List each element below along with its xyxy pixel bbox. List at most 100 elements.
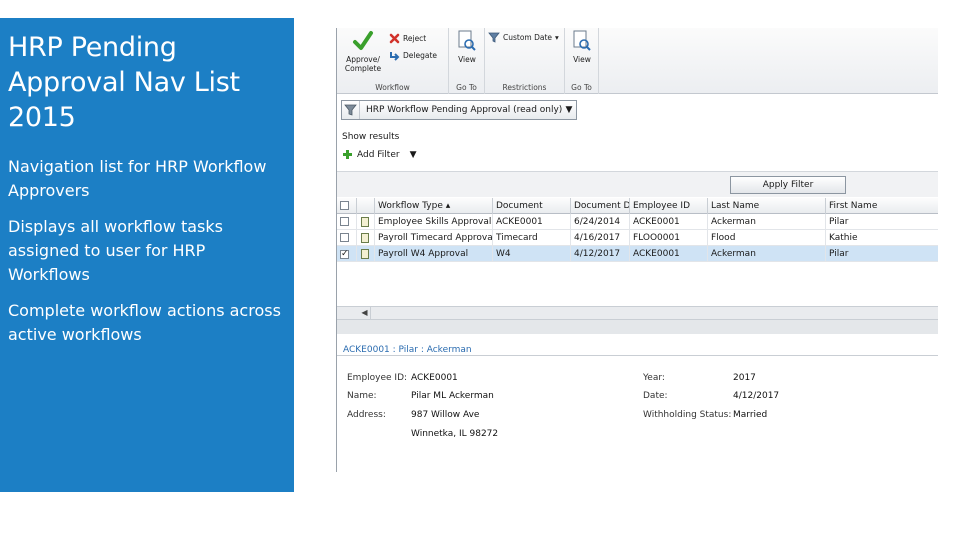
view-label: View bbox=[458, 55, 476, 64]
ribbon-group-goto: View Go To bbox=[449, 28, 485, 94]
filter-funnel-icon bbox=[488, 32, 500, 43]
list-view-selector[interactable]: HRP Workflow Pending Approval (read only… bbox=[341, 100, 577, 120]
goto2-group-label: Go To bbox=[571, 83, 592, 92]
show-results-label: Show results bbox=[342, 132, 400, 142]
reject-x-icon bbox=[389, 33, 400, 44]
view-document-icon bbox=[573, 30, 591, 51]
name-value: Pilar ML Ackerman bbox=[411, 391, 494, 401]
date-value: 4/12/2017 bbox=[733, 391, 780, 401]
column-header-employee-id[interactable]: Employee ID bbox=[630, 198, 708, 214]
approve-button[interactable]: Approve/ Complete bbox=[343, 30, 383, 73]
view-document-icon bbox=[458, 30, 476, 51]
ribbon-group-goto-2: View Go To bbox=[565, 28, 599, 94]
cell-document-date: 4/12/2017 bbox=[571, 246, 630, 262]
cell-last-name: Ackerman bbox=[708, 246, 826, 262]
row-checkbox[interactable] bbox=[340, 233, 349, 242]
cell-last-name: Ackerman bbox=[708, 214, 826, 230]
app-window: Approve/ Complete Reject Delegate Workfl… bbox=[336, 28, 938, 472]
cell-employee-id: FLOO0001 bbox=[630, 230, 708, 246]
scroll-left-icon[interactable]: ◀ bbox=[359, 307, 371, 319]
delegate-button[interactable]: Delegate bbox=[389, 50, 437, 61]
chevron-down-icon[interactable]: ▼ bbox=[410, 150, 417, 160]
cell-last-name: Flood bbox=[708, 230, 826, 246]
detail-divider bbox=[337, 355, 938, 356]
sort-ascending-icon: ▴ bbox=[442, 201, 451, 211]
delegate-arrow-icon bbox=[390, 52, 400, 61]
chevron-down-icon: ▾ bbox=[555, 33, 559, 42]
cell-first-name: Pilar bbox=[826, 246, 938, 262]
reject-label: Reject bbox=[403, 34, 427, 43]
slide-panel: HRP Pending Approval Nav List 2015 Navig… bbox=[0, 18, 294, 492]
cell-document-date: 4/16/2017 bbox=[571, 230, 630, 246]
slide-bullet: Navigation list for HRP Workflow Approve… bbox=[8, 157, 267, 200]
cell-workflow-type: Payroll Timecard Approval bbox=[375, 230, 493, 246]
plus-icon bbox=[343, 150, 352, 159]
column-header-workflow-type[interactable]: Workflow Type ▴ bbox=[375, 198, 493, 214]
restrictions-group-label: Restrictions bbox=[502, 83, 547, 92]
view-button[interactable]: View bbox=[453, 30, 481, 64]
task-document-icon bbox=[361, 249, 369, 259]
apply-filter-bar: Apply Filter bbox=[337, 171, 938, 197]
add-filter-label: Add Filter bbox=[357, 149, 400, 160]
slide-bullet: Complete workflow actions across active … bbox=[8, 301, 281, 344]
cell-employee-id: ACKE0001 bbox=[630, 246, 708, 262]
custom-date-label: Custom Date bbox=[503, 33, 553, 42]
cell-document: W4 bbox=[493, 246, 571, 262]
slide-bullet: Displays all workflow tasks assigned to … bbox=[8, 217, 223, 284]
reject-button[interactable]: Reject bbox=[389, 33, 426, 44]
column-header-label: Workflow Type bbox=[378, 201, 443, 211]
row-checkbox[interactable] bbox=[340, 217, 349, 226]
filter-funnel-icon bbox=[342, 101, 360, 119]
column-header-last-name[interactable]: Last Name bbox=[708, 198, 826, 214]
cell-employee-id: ACKE0001 bbox=[630, 214, 708, 230]
list-view-selected: HRP Workflow Pending Approval (read only… bbox=[366, 105, 562, 115]
address-line2: Winnetka, IL 98272 bbox=[411, 429, 499, 439]
year-value: 2017 bbox=[733, 373, 756, 383]
icon-column-header bbox=[357, 198, 375, 214]
view-button-2[interactable]: View bbox=[568, 30, 596, 64]
detail-title[interactable]: ACKE0001 : Pilar : Ackerman bbox=[343, 345, 472, 355]
withholding-status-label: Withholding Status: bbox=[643, 410, 732, 420]
delegate-label: Delegate bbox=[403, 51, 437, 60]
pane-splitter[interactable] bbox=[337, 320, 938, 334]
task-document-icon bbox=[361, 217, 369, 227]
chevron-down-icon[interactable]: ▼ bbox=[562, 105, 576, 115]
withholding-status-value: Married bbox=[733, 410, 768, 420]
select-all-cell[interactable] bbox=[337, 198, 357, 214]
row-checkbox-checked[interactable]: ✓ bbox=[340, 250, 349, 259]
cell-first-name: Kathie bbox=[826, 230, 938, 246]
checkmark-icon bbox=[353, 31, 373, 50]
address-label: Address: bbox=[347, 410, 386, 420]
ribbon-group-workflow: Approve/ Complete Reject Delegate Workfl… bbox=[337, 28, 449, 94]
task-document-icon bbox=[361, 233, 369, 243]
select-all-checkbox[interactable] bbox=[340, 201, 349, 210]
slide-title: HRP Pending Approval Nav List 2015 bbox=[8, 32, 240, 133]
table-row[interactable]: Employee Skills Approval ACKE0001 6/24/2… bbox=[337, 214, 938, 230]
view2-label: View bbox=[573, 55, 591, 64]
address-line1: 987 Willow Ave bbox=[411, 410, 480, 420]
custom-date-dropdown[interactable]: Custom Date ▾ bbox=[488, 32, 559, 43]
ribbon-group-restrictions: Custom Date ▾ Restrictions bbox=[485, 28, 565, 94]
cell-workflow-type: Employee Skills Approval bbox=[375, 214, 493, 230]
cell-first-name: Pilar bbox=[826, 214, 938, 230]
column-header-document-date[interactable]: Document D bbox=[571, 198, 630, 214]
approve-label: Approve/ Complete bbox=[344, 55, 382, 73]
employee-id-value: ACKE0001 bbox=[411, 373, 458, 383]
column-header-first-name[interactable]: First Name bbox=[826, 198, 938, 214]
table-row[interactable]: Payroll Timecard Approval Timecard 4/16/… bbox=[337, 230, 938, 246]
cell-workflow-type: Payroll W4 Approval bbox=[375, 246, 493, 262]
employee-id-label: Employee ID: bbox=[347, 373, 408, 383]
ribbon: Approve/ Complete Reject Delegate Workfl… bbox=[337, 28, 938, 94]
cell-document: Timecard bbox=[493, 230, 571, 246]
year-label: Year: bbox=[643, 373, 665, 383]
date-label: Date: bbox=[643, 391, 668, 401]
table-row-selected[interactable]: ✓ Payroll W4 Approval W4 4/12/2017 ACKE0… bbox=[337, 246, 938, 262]
grid-header: Workflow Type ▴ Document Document D Empl… bbox=[337, 198, 938, 214]
apply-filter-button[interactable]: Apply Filter bbox=[730, 176, 846, 194]
workflow-group-label: Workflow bbox=[375, 83, 410, 92]
column-header-document[interactable]: Document bbox=[493, 198, 571, 214]
cell-document: ACKE0001 bbox=[493, 214, 571, 230]
horizontal-scrollbar[interactable]: ◀ bbox=[337, 306, 938, 320]
goto-group-label: Go To bbox=[456, 83, 477, 92]
add-filter-button[interactable]: Add Filter ▼ bbox=[342, 149, 417, 160]
